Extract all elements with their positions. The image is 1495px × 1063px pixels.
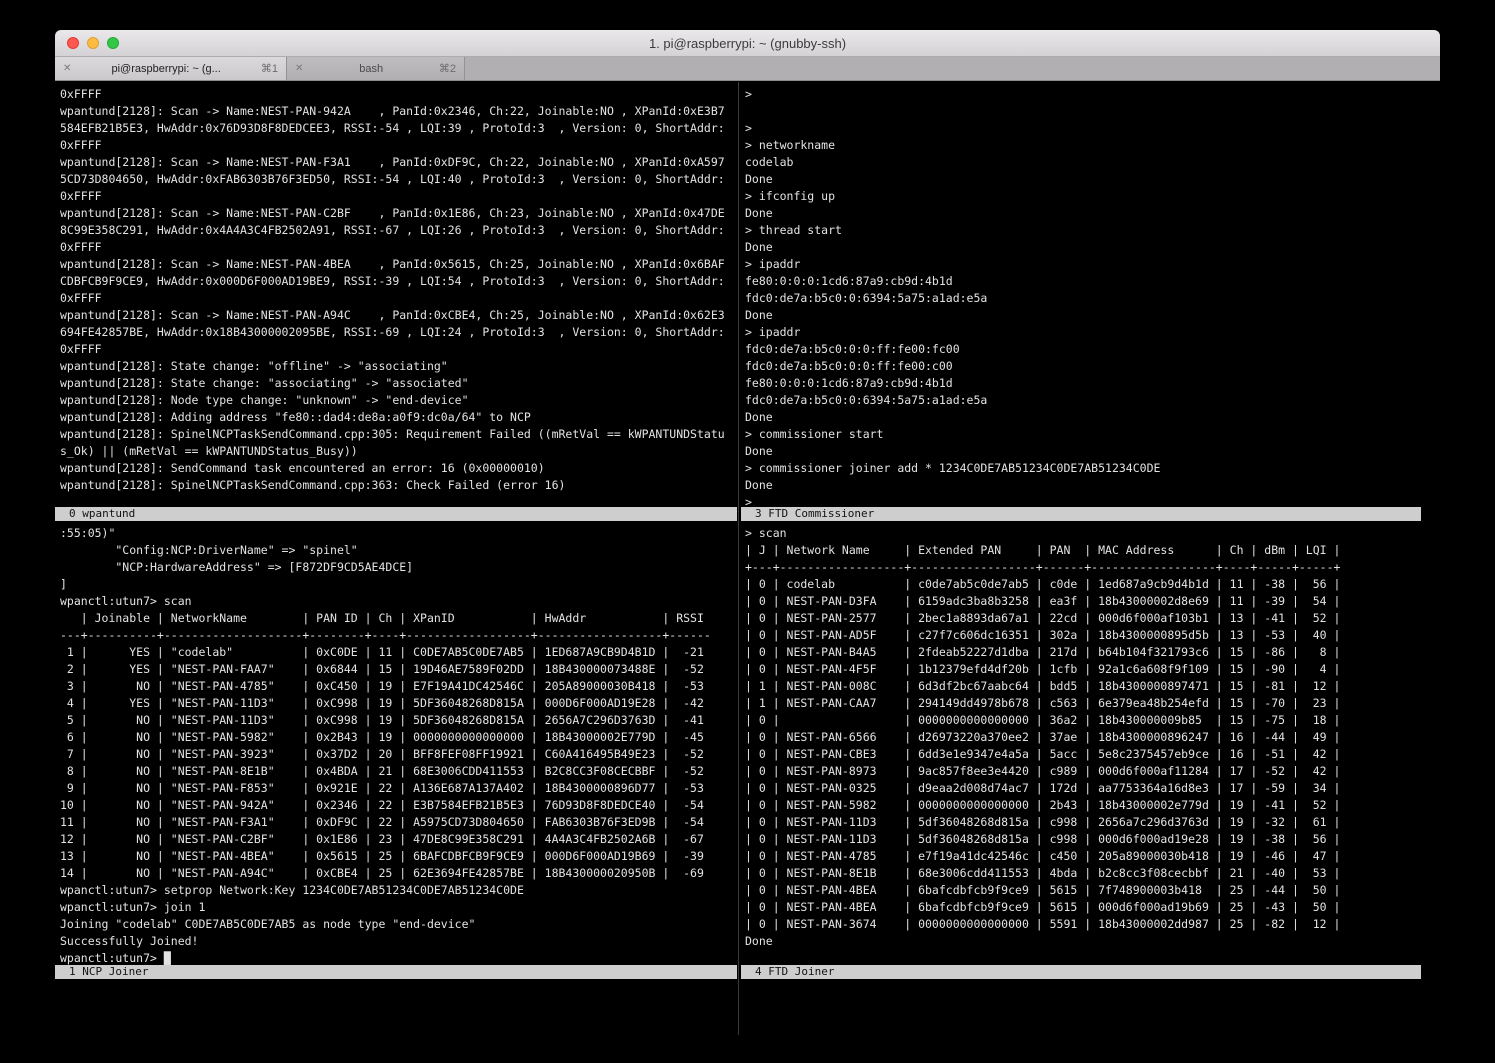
tab-label: bash (309, 63, 432, 75)
window-title: 1. pi@raspberrypi: ~ (gnubby-ssh) (649, 36, 846, 51)
pane-title: 3 FTD Commissioner (755, 507, 874, 520)
empty-terminal-area (55, 979, 737, 1035)
pane-divider[interactable] (737, 82, 741, 1035)
close-button[interactable] (67, 37, 79, 49)
tab-bar-empty-area (465, 57, 1440, 80)
pane-title: 0 wpantund (69, 507, 135, 520)
tmux-session: 0xFFFF wpantund[2128]: Scan -> Name:NEST… (55, 82, 1440, 1035)
pane-ftd-commissioner-output[interactable]: > > > networkname codelab Done > ifconfi… (741, 82, 1440, 507)
tmux-left-column: 0xFFFF wpantund[2128]: Scan -> Name:NEST… (55, 82, 737, 1035)
pane-status-bar-wpantund: 0 wpantund (55, 507, 737, 521)
tab-shortcut: ⌘2 (439, 62, 456, 75)
tab-label: pi@raspberrypi: ~ (g... (77, 63, 254, 75)
tab-bash[interactable]: ✕ bash ⌘2 (287, 57, 465, 80)
tab-close-icon[interactable]: ✕ (295, 63, 303, 74)
tmux-right-column: > > > networkname codelab Done > ifconfi… (741, 82, 1440, 1035)
pane-ftd-joiner-output[interactable]: > scan | J | Network Name | Extended PAN… (741, 521, 1440, 965)
tab-close-icon[interactable]: ✕ (63, 63, 71, 74)
zoom-button[interactable] (107, 37, 119, 49)
pane-title: 1 NCP Joiner (69, 965, 148, 978)
tab-ssh-session[interactable]: ✕ pi@raspberrypi: ~ (g... ⌘1 (55, 57, 287, 80)
pane-wpantund-output[interactable]: 0xFFFF wpantund[2128]: Scan -> Name:NEST… (55, 82, 737, 507)
pane-ncp-joiner-output[interactable]: :55:05)" "Config:NCP:DriverName" => "spi… (55, 521, 737, 965)
pane-title: 4 FTD Joiner (755, 965, 834, 978)
tab-shortcut: ⌘1 (261, 62, 278, 75)
window-controls (67, 30, 119, 56)
pane-status-bar-ncp-joiner: 1 NCP Joiner (55, 965, 737, 979)
window-titlebar[interactable]: 1. pi@raspberrypi: ~ (gnubby-ssh) (55, 30, 1440, 57)
terminal-window: 1. pi@raspberrypi: ~ (gnubby-ssh) ✕ pi@r… (55, 30, 1440, 1035)
pane-status-bar-ftd-commissioner: 3 FTD Commissioner (741, 507, 1421, 521)
empty-terminal-area (741, 979, 1440, 1035)
minimize-button[interactable] (87, 37, 99, 49)
tab-bar: ✕ pi@raspberrypi: ~ (g... ⌘1 ✕ bash ⌘2 (55, 57, 1440, 81)
pane-status-bar-ftd-joiner: 4 FTD Joiner (741, 965, 1421, 979)
